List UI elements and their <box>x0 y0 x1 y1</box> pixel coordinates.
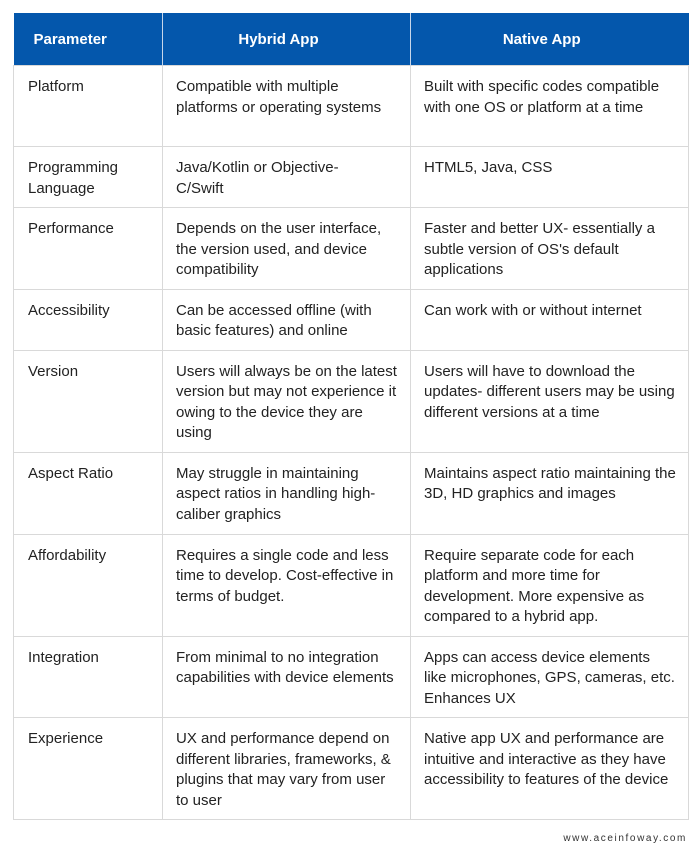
parameter-cell: Affordability <box>13 533 163 637</box>
table-row: Aspect Ratio May struggle in maintaining… <box>13 451 689 535</box>
native-cell: Apps can access device elements like mic… <box>410 635 689 718</box>
parameter-cell: Version <box>13 349 163 453</box>
native-cell: Faster and better UX- essentially a subt… <box>410 207 689 290</box>
parameter-cell: Aspect Ratio <box>13 451 163 535</box>
native-cell: Built with specific codes compatible wit… <box>410 65 689 147</box>
hybrid-cell: Users will always be on the latest versi… <box>162 349 411 453</box>
parameter-cell: Programming Language <box>13 146 163 208</box>
table-row: Affordability Requires a single code and… <box>13 533 689 637</box>
table-row: Platform Compatible with multiple platfo… <box>13 65 689 147</box>
hybrid-cell: Requires a single code and less time to … <box>162 533 411 637</box>
website-footer: www.aceinfoway.com <box>563 833 687 844</box>
native-cell: HTML5, Java, CSS <box>410 146 689 208</box>
hybrid-cell: Depends on the user interface, the versi… <box>162 207 411 290</box>
native-cell: Users will have to download the updates-… <box>410 349 689 453</box>
table-row: Version Users will always be on the late… <box>13 349 689 453</box>
header-hybrid-app: Hybrid App <box>162 13 411 66</box>
hybrid-cell: Can be accessed offline (with basic feat… <box>162 288 411 351</box>
parameter-cell: Platform <box>13 65 163 147</box>
table-row: Experience UX and performance depend on … <box>13 717 689 820</box>
header-parameter: Parameter <box>13 13 163 66</box>
hybrid-cell: Compatible with multiple platforms or op… <box>162 65 411 147</box>
table-row: Accessibility Can be accessed offline (w… <box>13 288 689 351</box>
hybrid-cell: UX and performance depend on different l… <box>162 717 411 820</box>
header-native-app: Native App <box>410 13 689 66</box>
parameter-cell: Accessibility <box>13 288 163 351</box>
native-cell: Can work with or without internet <box>410 288 689 351</box>
hybrid-cell: May struggle in maintaining aspect ratio… <box>162 451 411 535</box>
parameter-cell: Performance <box>13 207 163 290</box>
table-row: Performance Depends on the user interfac… <box>13 207 689 290</box>
comparison-table: Parameter Hybrid App Native App Platform… <box>13 13 689 820</box>
hybrid-cell: From minimal to no integration capabilit… <box>162 635 411 718</box>
native-cell: Native app UX and performance are intuit… <box>410 717 689 820</box>
parameter-cell: Integration <box>13 635 163 718</box>
table-header-row: Parameter Hybrid App Native App <box>13 13 689 66</box>
native-cell: Require separate code for each platform … <box>410 533 689 637</box>
table-row: Integration From minimal to no integrati… <box>13 635 689 718</box>
parameter-cell: Experience <box>13 717 163 820</box>
table-row: Programming Language Java/Kotlin or Obje… <box>13 146 689 208</box>
hybrid-cell: Java/Kotlin or Objective-C/Swift <box>162 146 411 208</box>
native-cell: Maintains aspect ratio maintaining the 3… <box>410 451 689 535</box>
